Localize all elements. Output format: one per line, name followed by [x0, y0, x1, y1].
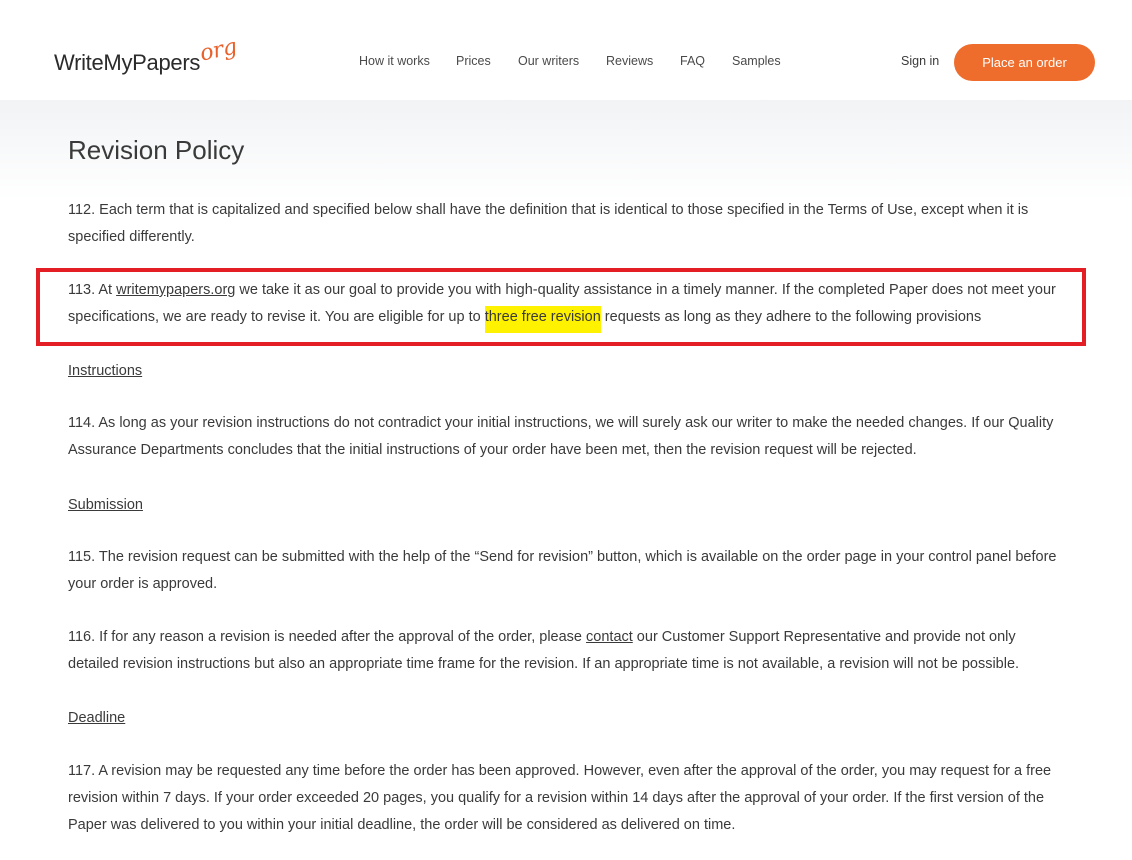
subheading-instructions: Instructions — [68, 363, 143, 379]
nav-prices[interactable]: Prices — [456, 54, 491, 68]
paragraph-115: 115. The revision request can be submitt… — [68, 549, 1057, 592]
nav-samples[interactable]: Samples — [732, 54, 781, 68]
site-logo[interactable]: WriteMyPapers org — [54, 34, 239, 76]
logo-text: WriteMyPapers — [54, 50, 201, 75]
subheading-submission: Submission — [68, 497, 143, 513]
logo-org-suffix: org — [197, 34, 240, 67]
sign-in-link[interactable]: Sign in — [901, 54, 939, 68]
red-annotation-box — [36, 268, 1086, 346]
contact-link[interactable]: contact — [586, 629, 633, 645]
page-title: Revision Policy — [68, 135, 245, 165]
paragraph-116: 116. If for any reason a revision is nee… — [68, 624, 1068, 678]
nav-how-it-works[interactable]: How it works — [359, 54, 430, 68]
site-header: WriteMyPapers org How it works Prices Ou… — [0, 0, 1132, 100]
nav-reviews[interactable]: Reviews — [606, 54, 653, 68]
place-order-button[interactable]: Place an order — [954, 44, 1095, 81]
paragraph-114: 114. As long as your revision instructio… — [68, 415, 1054, 458]
nav-faq[interactable]: FAQ — [680, 54, 705, 68]
paragraph-112: 112. Each term that is capitalized and s… — [68, 202, 1029, 245]
p116-text-a: 116. If for any reason a revision is nee… — [68, 629, 587, 645]
nav-our-writers[interactable]: Our writers — [518, 54, 579, 68]
subheading-deadline: Deadline — [68, 710, 126, 726]
paragraph-117: 117. A revision may be requested any tim… — [68, 763, 1052, 833]
